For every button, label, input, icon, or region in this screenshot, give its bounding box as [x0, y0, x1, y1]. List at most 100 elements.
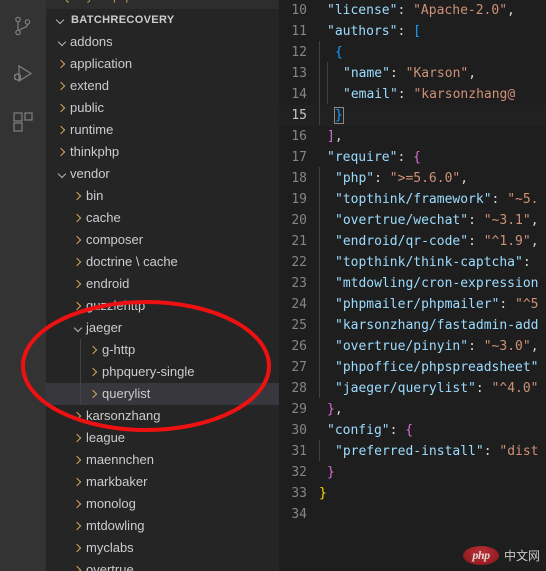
chevron-right-icon[interactable] [86, 342, 102, 358]
chevron-right-icon[interactable] [54, 100, 70, 116]
tree-item-overtrue[interactable]: overtrue [46, 559, 279, 571]
code-token: , [530, 234, 539, 249]
tree-item-karsonzhang[interactable]: karsonzhang [46, 405, 279, 427]
code-line: 12 { [279, 41, 546, 63]
tree-item-bin[interactable]: bin [46, 185, 279, 207]
code-line-text[interactable]: "config": { [315, 423, 413, 438]
tree-item-addons[interactable]: addons [46, 31, 279, 53]
chevron-right-icon[interactable] [70, 518, 86, 534]
chevron-right-icon[interactable] [70, 276, 86, 292]
explorer-section-header[interactable]: BATCHRECOVERY [46, 9, 279, 31]
tree-item-extend[interactable]: extend [46, 75, 279, 97]
code-token: "topthink/think-captcha" [335, 255, 523, 270]
tree-item-querylist[interactable]: querylist [46, 383, 279, 405]
code-line-text[interactable]: "email": "karsonzhang@ [315, 83, 515, 104]
chevron-right-icon[interactable] [86, 386, 102, 402]
code-token: [ [413, 24, 421, 39]
code-line-text[interactable]: "mtdowling/cron-expression [315, 272, 539, 293]
tree-item-cache[interactable]: cache [46, 207, 279, 229]
code-line-text[interactable]: "phpmailer/phpmailer": "^5 [315, 293, 539, 314]
chevron-right-icon[interactable] [70, 210, 86, 226]
chevron-down-icon[interactable] [54, 34, 70, 50]
chevron-down-icon[interactable] [70, 320, 86, 336]
code-line-text[interactable]: "php": ">=5.6.0", [315, 167, 468, 188]
code-line-text[interactable]: } [315, 465, 335, 480]
watermark-site-text: 中文网 [503, 549, 540, 563]
code-token: , [530, 213, 539, 228]
chevron-right-icon[interactable] [70, 540, 86, 556]
tree-item-doctrine-cache[interactable]: doctrine \ cache [46, 251, 279, 273]
code-line-text[interactable]: "overtrue/pinyin": "~3.0", [315, 335, 539, 356]
tree-item-vendor[interactable]: vendor [46, 163, 279, 185]
code-line-text[interactable]: "overtrue/wechat": "~3.1", [315, 209, 539, 230]
tree-item-phpquery-single[interactable]: phpquery-single [46, 361, 279, 383]
tree-item-label: doctrine \ cache [86, 254, 178, 269]
tree-item-jaeger[interactable]: jaeger [46, 317, 279, 339]
chevron-right-icon[interactable] [70, 562, 86, 571]
code-line-text[interactable]: }, [315, 402, 343, 417]
tree-item-myclabs[interactable]: myclabs [46, 537, 279, 559]
tree-item-label: vendor [70, 166, 110, 181]
tree-item-mtdowling[interactable]: mtdowling [46, 515, 279, 537]
code-line-text[interactable]: } [315, 104, 344, 125]
code-editor[interactable]: 10 "license": "Apache-2.0", 11 "authors":… [279, 0, 546, 571]
code-line-text[interactable]: "name": "Karson", [315, 62, 476, 83]
tree-item-league[interactable]: league [46, 427, 279, 449]
code-line-text[interactable]: "topthink/think-captcha": [315, 251, 539, 272]
chevron-right-icon[interactable] [54, 144, 70, 160]
code-line: 32 } [279, 462, 546, 483]
editor-tab[interactable]: QueryList.php vendo [62, 0, 163, 3]
tree-item-monolog[interactable]: monolog [46, 493, 279, 515]
tree-item-runtime[interactable]: runtime [46, 119, 279, 141]
file-tree: addons application extend public runtime thin… [46, 31, 279, 571]
code-line-text[interactable]: { [315, 41, 343, 62]
chevron-down-icon[interactable] [54, 166, 70, 182]
tree-item-thinkphp[interactable]: thinkphp [46, 141, 279, 163]
code-line-text[interactable]: "license": "Apache-2.0", [315, 3, 515, 18]
code-line-text[interactable]: "endroid/qr-code": "^1.9", [315, 230, 539, 251]
chevron-right-icon[interactable] [70, 254, 86, 270]
tree-item-label: runtime [70, 122, 114, 137]
tree-item-endroid[interactable]: endroid [46, 273, 279, 295]
chevron-right-icon[interactable] [70, 408, 86, 424]
code-line-text[interactable]: "jaeger/querylist": "^4.0" [315, 377, 539, 398]
source-control-icon[interactable] [0, 2, 46, 50]
chevron-right-icon[interactable] [70, 496, 86, 512]
chevron-right-icon[interactable] [70, 232, 86, 248]
chevron-right-icon[interactable] [54, 78, 70, 94]
indent-space [319, 314, 327, 335]
chevron-right-icon[interactable] [70, 474, 86, 490]
code-line-text[interactable]: "phpoffice/phpspreadsheet" [315, 356, 539, 377]
tree-item-maennchen[interactable]: maennchen [46, 449, 279, 471]
code-token: : [468, 213, 484, 228]
code-line-text[interactable]: "authors": [ [315, 24, 421, 39]
code-line-text[interactable]: "preferred-install": "dist [315, 440, 539, 461]
chevron-right-icon[interactable] [70, 188, 86, 204]
code-line-text[interactable]: "require": { [315, 150, 421, 165]
chevron-right-icon[interactable] [54, 56, 70, 72]
code-token: : [389, 423, 406, 438]
tree-item-application[interactable]: application [46, 53, 279, 75]
tree-item-public[interactable]: public [46, 97, 279, 119]
tree-item-guzzlehttp[interactable]: guzzlehttp [46, 295, 279, 317]
code-line-text[interactable]: "topthink/framework": "~5. [315, 188, 539, 209]
code-line: 26 "overtrue/pinyin": "~3.0", [279, 335, 546, 357]
chevron-right-icon[interactable] [54, 122, 70, 138]
chevron-right-icon[interactable] [86, 364, 102, 380]
code-line-text[interactable]: ], [315, 129, 343, 144]
tab-path-suffix: vendo [135, 0, 163, 3]
chevron-right-icon[interactable] [70, 452, 86, 468]
chevron-right-icon[interactable] [70, 298, 86, 314]
chevron-right-icon[interactable] [70, 430, 86, 446]
code-token: : [468, 339, 484, 354]
code-line: 23 "mtdowling/cron-expression [279, 272, 546, 294]
run-and-debug-icon[interactable] [0, 50, 46, 98]
code-line-text[interactable]: } [315, 486, 327, 501]
tree-item-g-http[interactable]: g-http [46, 339, 279, 361]
tree-item-composer[interactable]: composer [46, 229, 279, 251]
extensions-icon[interactable] [0, 98, 46, 146]
tree-item-markbaker[interactable]: markbaker [46, 471, 279, 493]
code-line-text[interactable]: "karsonzhang/fastadmin-add [315, 314, 539, 335]
